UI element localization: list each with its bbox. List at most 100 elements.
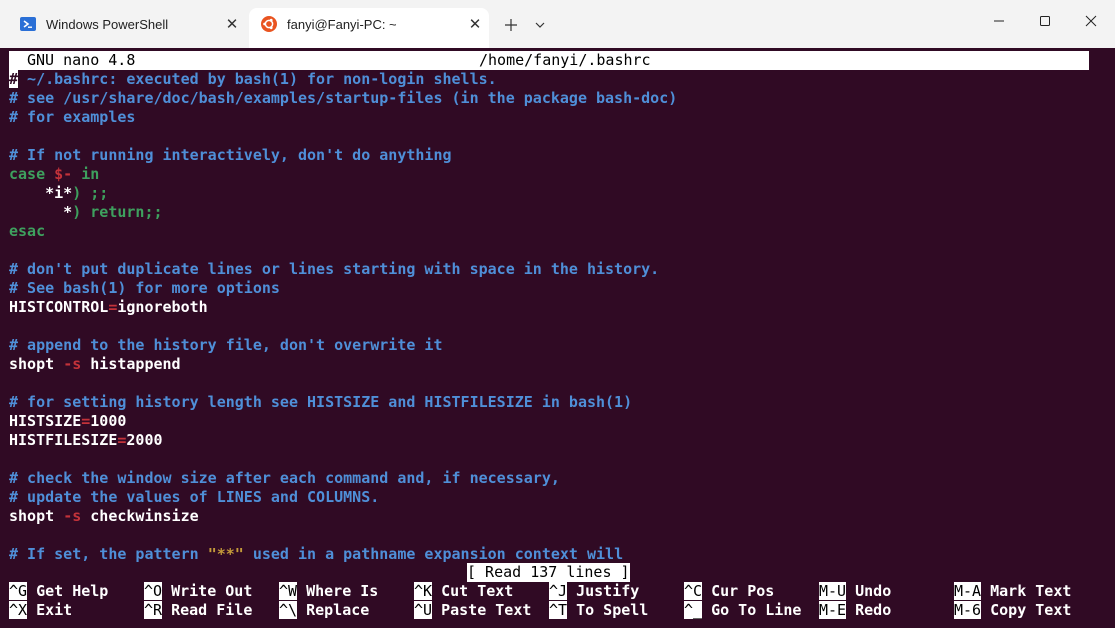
nano-version: GNU nano 4.8: [27, 51, 136, 69]
shortcut-label: Justify: [567, 582, 640, 600]
code-token: "**": [207, 545, 244, 563]
code-token: # for setting history length see HISTSIZ…: [9, 393, 633, 411]
plus-icon: [505, 19, 517, 31]
terminal-area[interactable]: GNU nano 4.8 /home/fanyi/.bashrc # ~/.ba…: [0, 48, 1115, 628]
close-tab-icon[interactable]: ✕: [461, 15, 489, 33]
shortcut-key: ^_: [684, 601, 703, 619]
shortcut-key: ^\: [279, 601, 298, 619]
editor-line: # append to the history file, don't over…: [9, 336, 442, 355]
editor-line: # see /usr/share/doc/bash/examples/start…: [9, 89, 677, 108]
close-tab-icon[interactable]: ✕: [218, 15, 246, 33]
code-token: # see /usr/share/doc/bash/examples/start…: [9, 89, 678, 107]
code-token: 2000: [126, 431, 163, 449]
code-token: -s: [63, 355, 82, 373]
chevron-down-icon: [535, 22, 545, 28]
code-token: used in a pathname expansion context wil…: [243, 545, 624, 563]
text-cursor: #: [9, 70, 19, 88]
maximize-button[interactable]: [1022, 6, 1068, 36]
tab-title: Windows PowerShell: [46, 16, 169, 32]
shortcut-label: Read File: [162, 601, 253, 619]
editor-line: case $- in: [9, 165, 99, 184]
shortcut-item: ^W Where Is: [279, 582, 378, 601]
code-token: *i*: [9, 184, 73, 202]
code-token: # don't put duplicate lines or lines sta…: [9, 260, 660, 278]
close-window-button[interactable]: [1068, 6, 1114, 36]
tab-bar: Windows PowerShell ✕ fanyi@Fanyi-PC: ~ ✕: [0, 0, 1115, 49]
new-tab-button[interactable]: [500, 14, 522, 36]
shortcut-key: ^K: [414, 582, 433, 600]
code-token: ) ;;: [72, 184, 109, 202]
code-token: ~/.bashrc: executed by bash(1) for non-l…: [18, 70, 497, 88]
shortcut-label: Mark Text: [981, 582, 1072, 600]
shortcut-label: Replace: [297, 601, 370, 619]
shortcut-key: ^X: [9, 601, 28, 619]
shortcut-label: Paste Text: [432, 601, 532, 619]
shortcut-key: ^W: [279, 582, 298, 600]
code-token: # See bash(1) for more options: [9, 279, 280, 297]
shortcut-label: Cut Text: [432, 582, 514, 600]
shortcut-label: Write Out: [162, 582, 253, 600]
shortcut-label: Redo: [846, 601, 892, 619]
code-token: in: [72, 165, 100, 183]
shortcut-item: ^C Cur Pos: [684, 582, 774, 601]
shortcut-key: ^R: [144, 601, 163, 619]
shortcut-key: M-U: [819, 582, 847, 600]
tab-ubuntu[interactable]: fanyi@Fanyi-PC: ~ ✕: [249, 8, 489, 48]
code-token: 1000: [90, 412, 127, 430]
shortcut-key: ^U: [414, 601, 433, 619]
shortcut-item: ^_ Go To Line: [684, 601, 801, 620]
code-token: -s: [63, 507, 82, 525]
code-token: ) return;;: [72, 203, 163, 221]
code-token: histappend: [81, 355, 181, 373]
maximize-icon: [1040, 16, 1050, 26]
code-token: *: [9, 203, 73, 221]
shortcut-item: ^K Cut Text: [414, 582, 513, 601]
editor-line: *i*) ;;: [9, 184, 108, 203]
editor-line: # update the values of LINES and COLUMNS…: [9, 488, 379, 507]
shortcut-label: Get Help: [27, 582, 109, 600]
code-token: HISTSIZE: [9, 412, 82, 430]
shortcut-label: Go To Line: [702, 601, 802, 619]
code-token: ignoreboth: [117, 298, 208, 316]
code-token: # If set, the pattern: [9, 545, 208, 563]
editor-line: HISTCONTROL=ignoreboth: [9, 298, 208, 317]
minimize-icon: [994, 20, 1004, 22]
shortcut-item: ^R Read File: [144, 601, 252, 620]
shortcut-label: Undo: [846, 582, 892, 600]
shortcut-item: ^G Get Help: [9, 582, 108, 601]
editor-line: # don't put duplicate lines or lines sta…: [9, 260, 659, 279]
shortcut-item: M-6 Copy Text: [954, 601, 1071, 620]
status-message: [ Read 137 lines ]: [467, 563, 630, 582]
shortcut-label: Exit: [27, 601, 73, 619]
editor-line: # If not running interactively, don't do…: [9, 146, 452, 165]
shortcut-item: ^O Write Out: [144, 582, 252, 601]
code-token: =: [81, 412, 91, 430]
minimize-button[interactable]: [976, 6, 1022, 36]
shortcut-key: ^G: [9, 582, 28, 600]
editor-line: # for setting history length see HISTSIZ…: [9, 393, 632, 412]
shortcut-item: M-A Mark Text: [954, 582, 1071, 601]
shortcut-label: Cur Pos: [702, 582, 775, 600]
code-token: $-: [54, 165, 73, 183]
tab-windows-powershell[interactable]: Windows PowerShell ✕: [8, 8, 246, 40]
powershell-icon: [20, 16, 36, 32]
code-token: HISTFILESIZE: [9, 431, 118, 449]
code-token: # for examples: [9, 108, 136, 126]
shortcut-item: ^\ Replace: [279, 601, 369, 620]
shortcut-key: ^O: [144, 582, 163, 600]
editor-line: shopt -s checkwinsize: [9, 507, 199, 526]
editor-line: *) return;;: [9, 203, 163, 222]
shortcut-item: M-E Redo: [819, 601, 891, 620]
nano-title-bar: GNU nano 4.8 /home/fanyi/.bashrc: [9, 51, 1089, 70]
shortcut-key: ^T: [549, 601, 568, 619]
code-token: # append to the history file, don't over…: [9, 336, 443, 354]
tab-title: fanyi@Fanyi-PC: ~: [287, 16, 397, 32]
shortcut-key: ^C: [684, 582, 703, 600]
editor-line: shopt -s histappend: [9, 355, 181, 374]
code-token: shopt: [9, 355, 64, 373]
code-token: checkwinsize: [81, 507, 199, 525]
shortcut-item: ^X Exit: [9, 601, 72, 620]
code-token: # If not running interactively, don't do…: [9, 146, 452, 164]
shortcut-label: To Spell: [567, 601, 649, 619]
tab-dropdown-button[interactable]: [530, 14, 550, 36]
